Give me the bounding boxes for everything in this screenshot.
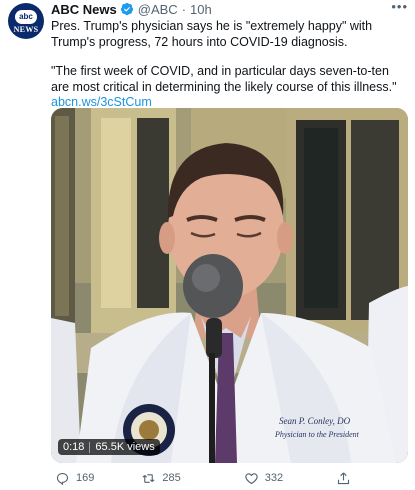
video-frame: Sean P. Conley, DO Physician to the Pres… xyxy=(51,108,408,463)
abc-logo-news: NEWS xyxy=(13,25,39,34)
share-icon xyxy=(338,471,350,484)
retweet-icon xyxy=(142,473,155,483)
tweet-timestamp[interactable]: 10h xyxy=(190,2,212,17)
author-avatar[interactable]: abc NEWS xyxy=(8,3,44,39)
video-views: 65.5K views xyxy=(95,441,155,453)
separator-dot: · xyxy=(181,1,187,17)
video-player[interactable]: Sean P. Conley, DO Physician to the Pres… xyxy=(51,108,408,463)
video-info-badge: 0:18 65.5K views xyxy=(58,439,160,455)
tweet-header: ABC News @ABC · 10h xyxy=(51,0,408,18)
like-button[interactable]: 332 xyxy=(244,471,283,486)
coat-name-line-2: Physician to the President xyxy=(274,430,360,439)
share-button[interactable] xyxy=(336,471,357,486)
tweet-paragraph-2: "The first week of COVID, and in particu… xyxy=(51,64,397,94)
verified-badge-icon xyxy=(120,2,134,16)
badge-divider xyxy=(89,441,91,453)
retweet-count: 285 xyxy=(162,472,181,484)
heart-icon xyxy=(245,472,258,484)
tweet-text: Pres. Trump's physician says he is "extr… xyxy=(51,19,408,95)
abc-logo-mark: abc xyxy=(15,10,37,24)
tweet-content: ABC News @ABC · 10h ••• Pres. Trump's ph… xyxy=(51,0,408,111)
retweet-button[interactable]: 285 xyxy=(141,471,181,486)
tweet-paragraph-1: Pres. Trump's physician says he is "extr… xyxy=(51,19,373,49)
coat-name-line-1: Sean P. Conley, DO xyxy=(279,416,351,426)
tweet: abc NEWS ABC News @ABC · 10h ••• Pres. T… xyxy=(0,0,415,490)
like-count: 332 xyxy=(264,472,284,484)
reply-count: 169 xyxy=(76,472,95,484)
reply-button[interactable]: 169 xyxy=(55,471,94,486)
more-options-icon[interactable]: ••• xyxy=(391,0,408,13)
author-name[interactable]: ABC News xyxy=(51,2,117,17)
tweet-actions: 169 285 332 xyxy=(51,466,408,490)
video-duration: 0:18 xyxy=(63,441,85,453)
author-handle[interactable]: @ABC xyxy=(138,2,178,17)
reply-icon xyxy=(56,472,69,485)
